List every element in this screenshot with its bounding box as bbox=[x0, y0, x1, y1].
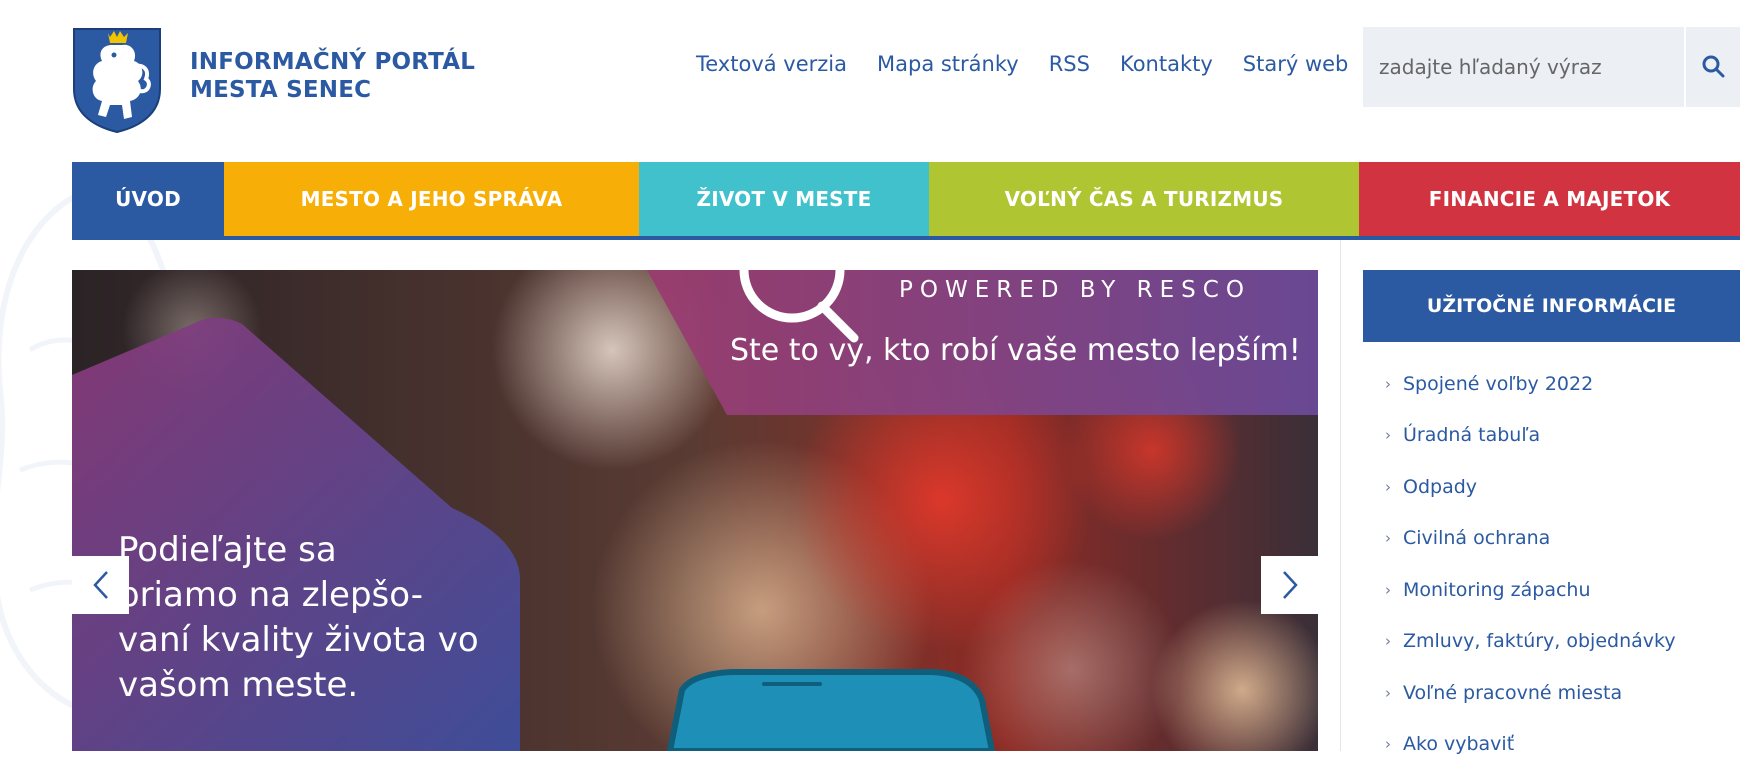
slider-next-button[interactable] bbox=[1261, 556, 1318, 614]
chevron-right-icon: › bbox=[1385, 684, 1391, 702]
list-item[interactable]: ›Ako vybaviť bbox=[1385, 719, 1676, 770]
link-contacts[interactable]: Kontakty bbox=[1120, 52, 1213, 76]
list-item-label: Voľné pracovné miesta bbox=[1403, 682, 1622, 704]
list-item[interactable]: › Úradná tabuľa bbox=[1385, 410, 1676, 462]
link-rss[interactable]: RSS bbox=[1049, 52, 1090, 76]
search-icon bbox=[1701, 54, 1725, 78]
search-button[interactable] bbox=[1684, 27, 1740, 107]
site-title-line2: MESTA SENEC bbox=[190, 76, 475, 104]
slide-caption-line: Podieľajte sa bbox=[118, 528, 518, 573]
list-item-label: Úradná tabuľa bbox=[1403, 424, 1540, 446]
chevron-right-icon: › bbox=[1385, 632, 1391, 650]
chevron-right-icon: › bbox=[1385, 529, 1391, 547]
top-links: Textová verzia Mapa stránky RSS Kontakty… bbox=[696, 52, 1378, 76]
list-item[interactable]: › Zmluvy, faktúry, objednávky bbox=[1385, 616, 1676, 668]
chevron-right-icon bbox=[1281, 570, 1299, 600]
useful-info-list: › Spojené voľby 2022 › Úradná tabuľa › Odpa… bbox=[1385, 358, 1676, 770]
list-item-label: Ako vybaviť bbox=[1403, 733, 1514, 755]
list-item-label: Civilná ochrana bbox=[1403, 527, 1550, 549]
sidebar-divider bbox=[1340, 240, 1341, 751]
chevron-right-icon: › bbox=[1385, 478, 1391, 496]
nav-underline bbox=[72, 236, 1740, 240]
list-item[interactable]: › Spojené voľby 2022 bbox=[1385, 358, 1676, 410]
chevron-right-icon: › bbox=[1385, 581, 1391, 599]
slide-caption-line: vaní kvality života vo bbox=[118, 618, 518, 663]
sidebar-header: UŽITOČNÉ INFORMÁCIE bbox=[1363, 270, 1740, 342]
link-old-web[interactable]: Starý web bbox=[1243, 52, 1349, 76]
site-title[interactable]: INFORMAČNÝ PORTÁL MESTA SENEC bbox=[190, 48, 475, 104]
link-sitemap[interactable]: Mapa stránky bbox=[877, 52, 1019, 76]
slide-tagline: Ste to vy, kto robí vaše mesto lepším! bbox=[730, 333, 1301, 368]
city-coat-of-arms-logo[interactable] bbox=[72, 27, 162, 134]
nav-item-uvod[interactable]: ÚVOD bbox=[72, 162, 224, 236]
nav-item-financie[interactable]: FINANCIE A MAJETOK bbox=[1359, 162, 1740, 236]
list-item-label: Spojené voľby 2022 bbox=[1403, 373, 1593, 395]
list-item-label: Monitoring zápachu bbox=[1403, 579, 1591, 601]
slide-powered-by: POWERED BY RESCO bbox=[899, 277, 1251, 303]
chevron-left-icon bbox=[92, 570, 110, 600]
nav-item-zivot[interactable]: ŽIVOT V MESTE bbox=[639, 162, 929, 236]
search-input[interactable] bbox=[1363, 27, 1663, 107]
list-item-label: Zmluvy, faktúry, objednávky bbox=[1403, 630, 1676, 652]
list-item[interactable]: › Civilná ochrana bbox=[1385, 513, 1676, 565]
site-title-line1: INFORMAČNÝ PORTÁL bbox=[190, 48, 475, 76]
chevron-right-icon: › bbox=[1385, 375, 1391, 393]
link-text-version[interactable]: Textová verzia bbox=[696, 52, 847, 76]
list-item[interactable]: › Voľné pracovné miesta bbox=[1385, 667, 1676, 719]
list-item[interactable]: › Odpady bbox=[1385, 461, 1676, 513]
slide-caption-line: priamo na zlepšo- bbox=[118, 573, 518, 618]
list-item-label: Odpady bbox=[1403, 476, 1477, 498]
nav-item-volny-cas[interactable]: VOĽNÝ ČAS A TURIZMUS bbox=[929, 162, 1359, 236]
list-item[interactable]: › Monitoring zápachu bbox=[1385, 564, 1676, 616]
slide-caption: Podieľajte sa priamo na zlepšo- vaní kva… bbox=[118, 528, 518, 708]
main-nav: ÚVOD MESTO A JEHO SPRÁVA ŽIVOT V MESTE V… bbox=[72, 162, 1740, 239]
nav-item-mesto[interactable]: MESTO A JEHO SPRÁVA bbox=[224, 162, 639, 236]
slide-caption-line: vašom meste. bbox=[118, 663, 518, 708]
chevron-right-icon: › bbox=[1385, 426, 1391, 444]
